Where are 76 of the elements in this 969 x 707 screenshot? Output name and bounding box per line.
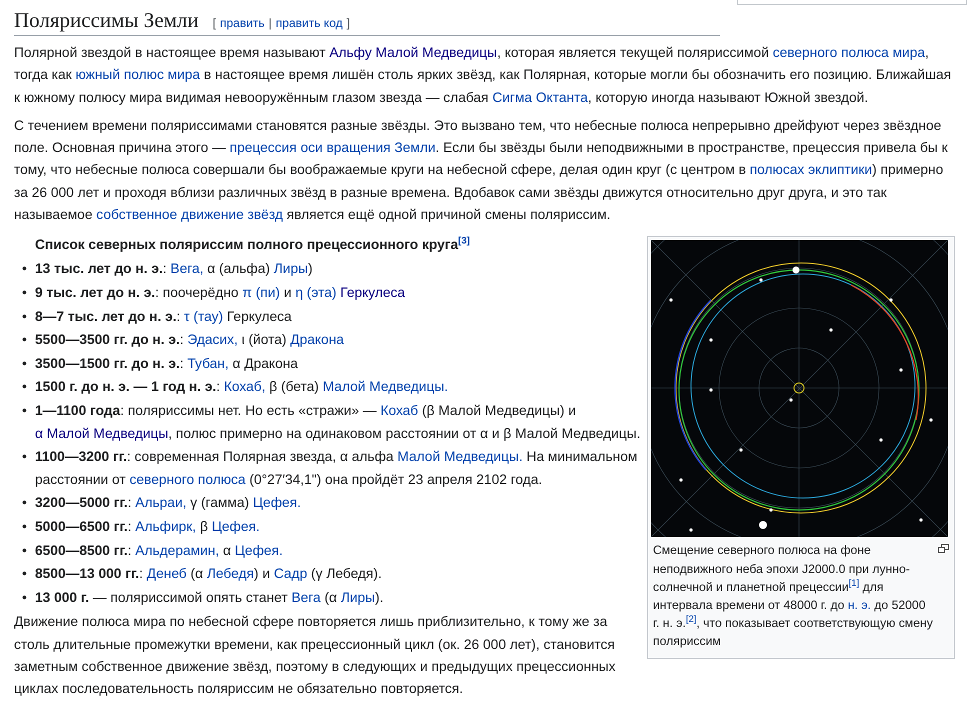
- bullet: •: [21, 494, 28, 512]
- enlarge-icon[interactable]: [938, 544, 949, 554]
- link[interactable]: Вега,: [170, 261, 204, 276]
- reference-link[interactable]: [1]: [848, 578, 860, 589]
- link[interactable]: Эдасих,: [187, 332, 238, 348]
- list-item: 3200—5000 гг.: Альраи, γ (гамма) Цефея.: [35, 494, 301, 512]
- list-item: 8500—13 000 гг.: Денеб (α Лебедя) и Садр (γ Лебедя).: [35, 565, 382, 584]
- bullet: •: [21, 565, 28, 584]
- link[interactable]: α Малой: [35, 426, 90, 441]
- list-item: 5500—3500 гг. до н. э.: Эдасих, ι (йота) Дракона: [35, 331, 344, 350]
- bullet: •: [21, 260, 28, 278]
- link[interactable]: Садр: [274, 566, 308, 582]
- bullet: •: [21, 518, 28, 536]
- bullet: •: [21, 542, 28, 560]
- link[interactable]: южный полюс мира: [75, 67, 200, 82]
- link[interactable]: τ (тау): [184, 308, 224, 324]
- link[interactable]: Дракона: [290, 332, 344, 348]
- reference-link[interactable]: [3]: [458, 236, 470, 247]
- bullet: •: [21, 308, 28, 326]
- link[interactable]: Медведицы: [90, 426, 168, 441]
- paragraph: С течением времени поляриссимами становятся разные звёзды. Это вызвано тем, что небесные полюса непрерывно дрейфуют через звёздное поле. Основная причина этого — прецессия оси вращения Земли. Если бы звёзды были неподвижными в пространстве, прецессия привела бы к тому, что небесные полюса совершали бы воображаемые круги на небесной сфере, делая один круг (с центром в полюсах эклиптики) примерно за 26 000 лет и проходя вблизи различных звёзд в разные времена. Вдобавок сами звёзды движутся относительно друг друга, и это так называемое собственное движение звёзд является ещё одной причиной смены поляриссим.: [14, 116, 949, 224]
- link[interactable]: Альдерамин,: [135, 542, 220, 558]
- link[interactable]: Вега: [291, 590, 321, 605]
- figure-caption: Смещение северного полюса на фоне неподвижного неба эпохи J2000.0 при лунно-солнечной и планетной прецессии$^{[1]}$ для интервала времени от 48000 г. до н. э. до 52000 г. н. э.$^{[2]}$, что показывает соответствующую смену поляриссим: [653, 542, 934, 650]
- paragraph: Движение полюса мира по небесной сфере повторяется лишь приблизительно, к тому же за столь длительные промежутки времени, как прецессионный цикл (ок. 26 000 лет), становится заметным собственное движение звёзд, поэтому в следующих и предыдущих прецессионных циклах последовательность поляриссим не обязательно повторяется.: [14, 613, 617, 698]
- link[interactable]: Альраи,: [135, 495, 186, 510]
- link[interactable]: северного полюса мира: [772, 45, 926, 60]
- bullet: •: [21, 284, 28, 302]
- bullet: •: [21, 378, 28, 396]
- list-item: 1100—3200 гг.: современная Полярная звезда, α альфа Малой Медведицы. На минимальном расстоянии от северного полюса (0°27′34,1") она пройдёт 23 апреля 2102 года.: [35, 448, 638, 489]
- link[interactable]: Цефея.: [212, 518, 260, 534]
- link[interactable]: Геркулеса: [336, 284, 406, 300]
- link[interactable]: Денеб: [146, 566, 187, 582]
- link[interactable]: η (эта): [295, 284, 336, 300]
- link[interactable]: Лиры: [340, 590, 376, 605]
- list-title: Список северных поляриссим полного прецессионного круга$^{[3]}$: [35, 234, 471, 254]
- bullet: •: [21, 354, 28, 373]
- edit-link[interactable]: править код: [276, 16, 343, 30]
- bullet: •: [21, 402, 28, 420]
- section-heading: Поляриссимы Земли: [14, 8, 199, 33]
- list-item: 3500—1500 гг. до н. э.: Тубан, α Дракона: [35, 354, 298, 373]
- bracket: [: [212, 16, 216, 30]
- link[interactable]: полюсах эклиптики: [750, 162, 872, 178]
- edit-link[interactable]: править: [220, 16, 265, 30]
- link[interactable]: Лебедя: [206, 566, 254, 582]
- link[interactable]: северного полюса: [130, 472, 246, 487]
- link[interactable]: Кохаб,: [224, 379, 266, 394]
- link[interactable]: собственное движение звёзд: [96, 207, 283, 222]
- separator: |: [268, 16, 272, 30]
- link[interactable]: Цефея.: [234, 542, 283, 558]
- link[interactable]: Тубан,: [187, 356, 229, 371]
- link[interactable]: Малой Медведицы.: [397, 449, 523, 464]
- list-item: 13 тыс. лет до н. э.: Вега, α (альфа) Лиры): [35, 260, 313, 278]
- link[interactable]: Лиры: [274, 261, 308, 276]
- reference-link[interactable]: [2]: [686, 614, 696, 626]
- link[interactable]: прецессия оси вращения Земли: [230, 140, 436, 156]
- list-item: 13 000 г. — поляриссимой опять станет Вега (α Лиры).: [35, 588, 384, 607]
- bracket: ]: [346, 16, 350, 30]
- bullet: •: [21, 448, 28, 466]
- list-item: 1—1100 года: поляриссимы нет. Но есть «стражи» — Кохаб (β Малой Медведицы) и α Малой Медведицы, полюс примерно на одинаковом расстоянии от α и β Малой Медведицы.: [35, 402, 642, 443]
- bullet: •: [21, 588, 28, 607]
- link[interactable]: Малой Медведицы.: [322, 379, 448, 394]
- link[interactable]: Альфирк,: [135, 518, 196, 534]
- link[interactable]: π (пи): [242, 284, 280, 300]
- list-item: 9 тыс. лет до н. э.: поочерёдно π (пи) и η (эта) Геркулеса: [35, 284, 406, 302]
- link[interactable]: Альфу Малой Медведицы: [329, 45, 498, 60]
- link[interactable]: Кохаб: [380, 402, 418, 418]
- link[interactable]: Цефея.: [252, 495, 301, 510]
- link[interactable]: Сигма Октанта: [492, 90, 588, 105]
- list-item: 5000—6500 гг.: Альфирк, β Цефея.: [35, 518, 260, 536]
- bullet: •: [21, 331, 28, 350]
- link[interactable]: н. э.: [848, 598, 871, 612]
- list-item: 8—7 тыс. лет до н. э.: τ (тау) Геркулеса: [35, 308, 292, 326]
- list-item: 1500 г. до н. э. — 1 год н. э.: Кохаб, β (бета) Малой Медведицы.: [35, 378, 448, 396]
- paragraph: Полярной звездой в настоящее время называют Альфу Малой Медведицы, которая является текущей поляриссимой северного полюса мира, тогда как южный полюс мира в настоящее время лишён столь ярких звёзд, как Полярная, которые могли бы обозначить его позицию. Ближайшая к южному полюсу мира видимая невооружённым глазом звезда — слабая Сигма Октанта, которую иногда называют Южной звездой.: [14, 44, 952, 107]
- list-item: 6500—8500 гг.: Альдерамин, α Цефея.: [35, 542, 283, 560]
